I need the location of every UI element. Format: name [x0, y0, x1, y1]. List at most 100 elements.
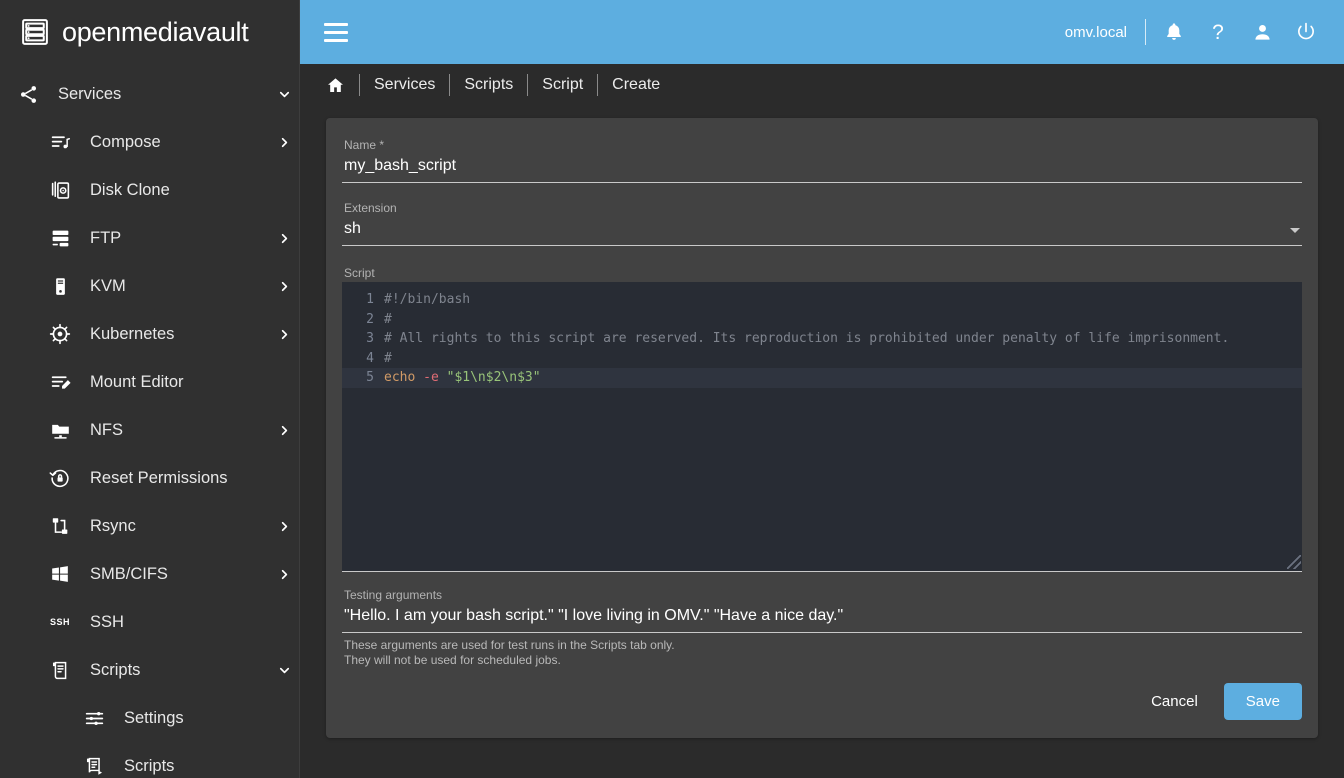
- sidebar-item-mount-editor[interactable]: Mount Editor: [0, 358, 299, 406]
- breadcrumb-separator: [359, 74, 360, 96]
- reset-permissions-icon: [48, 466, 72, 490]
- testing-arguments-input-line[interactable]: "Hello. I am your bash script." "I love …: [342, 604, 1302, 633]
- chevron-right-icon[interactable]: [269, 519, 299, 534]
- sidebar-item-disk-clone[interactable]: Disk Clone: [0, 166, 299, 214]
- notification-bell-icon[interactable]: [1152, 10, 1196, 54]
- code-content: # All rights to this script are reserved…: [384, 331, 1230, 346]
- ftp-server-icon: [48, 226, 72, 250]
- sidebar-item-label: Reset Permissions: [90, 468, 228, 487]
- sidebar-item-label: NFS: [90, 420, 123, 439]
- server-rack-icon: [20, 17, 50, 47]
- sidebar-item-label: Scripts: [124, 756, 175, 775]
- name-input[interactable]: my_bash_script: [344, 155, 1302, 177]
- ssh-text-icon: SSH: [49, 617, 70, 627]
- hint-line-1: These arguments are used for test runs i…: [344, 638, 675, 652]
- script-field-group: Script 1 #!/bin/bash 2 # 3 # All rights …: [342, 264, 1302, 572]
- compose-list-icon: [48, 130, 72, 154]
- breadcrumb-separator: [527, 74, 529, 96]
- sidebar-item-ftp[interactable]: FTP: [0, 214, 299, 262]
- code-line: 3 # All rights to this script are reserv…: [342, 329, 1302, 349]
- chevron-right-icon[interactable]: [269, 279, 299, 294]
- save-button[interactable]: Save: [1223, 683, 1302, 720]
- sidebar-item-reset-permissions[interactable]: Reset Permissions: [0, 454, 299, 502]
- kubernetes-helm-icon: [48, 322, 72, 346]
- sidebar-item-scripts[interactable]: Scripts: [0, 742, 299, 778]
- testing-arguments-field-group: Testing arguments "Hello. I am your bash…: [342, 586, 1302, 668]
- breadcrumb-item-script[interactable]: Script: [542, 76, 583, 94]
- breadcrumb-separator: [597, 74, 599, 96]
- chevron-down-icon[interactable]: [269, 663, 299, 678]
- line-number: 2: [366, 311, 374, 327]
- hamburger-menu-icon[interactable]: [324, 18, 352, 46]
- chevron-right-icon[interactable]: [269, 423, 299, 438]
- script-run-icon: [82, 754, 106, 778]
- home-icon[interactable]: [326, 76, 345, 95]
- line-number: 4: [366, 350, 374, 366]
- power-icon[interactable]: [1284, 10, 1328, 54]
- sidebar-item-label: Kubernetes: [90, 324, 175, 343]
- chevron-right-icon[interactable]: [269, 567, 299, 582]
- caret-down-icon[interactable]: [1290, 228, 1300, 233]
- sidebar-item-label: Compose: [90, 132, 161, 151]
- code-content: #!/bin/bash: [384, 292, 471, 307]
- sidebar: openmediavault Services Compose Disk Clo…: [0, 0, 300, 778]
- resize-grip-icon[interactable]: [1287, 555, 1301, 569]
- windows-icon: [48, 562, 72, 586]
- help-question-icon[interactable]: ?: [1196, 10, 1240, 54]
- extension-value: sh: [344, 220, 361, 237]
- disk-clone-icon: [48, 178, 72, 202]
- app-root: openmediavault Services Compose Disk Clo…: [0, 0, 1344, 778]
- extension-select[interactable]: sh: [342, 217, 1302, 246]
- sidebar-item-scripts-group[interactable]: Scripts: [0, 646, 299, 694]
- script-field-label: Script: [344, 266, 375, 280]
- sidebar-item-smb-cifs[interactable]: SMB/CIFS: [0, 550, 299, 598]
- top-bar: omv.local ?: [300, 0, 1344, 64]
- script-code-editor[interactable]: 1 #!/bin/bash 2 # 3 # All rights to this…: [342, 282, 1302, 572]
- line-number: 5: [366, 370, 374, 385]
- script-scroll-icon: [48, 658, 72, 682]
- sidebar-item-services[interactable]: Services: [0, 70, 299, 118]
- sidebar-item-kvm[interactable]: KVM: [0, 262, 299, 310]
- sidebar-item-nfs[interactable]: NFS: [0, 406, 299, 454]
- script-create-form-card: Name * my_bash_script Extension sh Scrip…: [326, 118, 1318, 738]
- name-input-line[interactable]: my_bash_script: [342, 154, 1302, 183]
- sidebar-item-label: Mount Editor: [90, 372, 184, 391]
- sidebar-item-rsync[interactable]: Rsync: [0, 502, 299, 550]
- sidebar-item-label: Rsync: [90, 516, 136, 535]
- topbar-actions: omv.local ?: [1065, 10, 1328, 54]
- code-content: #: [384, 311, 392, 327]
- sidebar-item-compose[interactable]: Compose: [0, 118, 299, 166]
- hint-line-2: They will not be used for scheduled jobs…: [344, 653, 561, 667]
- topbar-divider: [1145, 19, 1146, 45]
- sidebar-item-label: KVM: [90, 276, 126, 295]
- chevron-right-icon[interactable]: [269, 327, 299, 342]
- code-token-command: echo: [384, 370, 416, 385]
- sidebar-item-kubernetes[interactable]: Kubernetes: [0, 310, 299, 358]
- testing-arguments-label: Testing arguments: [344, 588, 443, 602]
- chevron-down-icon[interactable]: [269, 87, 299, 102]
- sidebar-item-label: FTP: [90, 228, 122, 247]
- chevron-right-icon[interactable]: [269, 231, 299, 246]
- sidebar-item-label: Disk Clone: [90, 180, 170, 199]
- breadcrumb-item-services[interactable]: Services: [374, 76, 435, 94]
- cancel-button[interactable]: Cancel: [1133, 683, 1216, 720]
- breadcrumb-item-scripts[interactable]: Scripts: [464, 76, 513, 94]
- hostname-label: omv.local: [1064, 23, 1127, 41]
- sidebar-item-label: SMB/CIFS: [90, 564, 168, 583]
- brand-header[interactable]: openmediavault: [0, 0, 299, 64]
- mount-editor-icon: [48, 370, 72, 394]
- testing-arguments-input[interactable]: "Hello. I am your bash script." "I love …: [344, 605, 1302, 627]
- user-account-icon[interactable]: [1240, 10, 1284, 54]
- extension-field-label: Extension: [344, 201, 397, 215]
- line-number: 3: [366, 331, 374, 346]
- breadcrumb-item-create[interactable]: Create: [612, 76, 660, 94]
- line-number: 1: [366, 292, 374, 307]
- sidebar-item-ssh[interactable]: SSH SSH: [0, 598, 299, 646]
- sidebar-item-settings[interactable]: Settings: [0, 694, 299, 742]
- code-content: #: [384, 350, 392, 366]
- extension-field-group: Extension sh: [342, 199, 1302, 246]
- sidebar-item-label: Settings: [124, 708, 184, 727]
- chevron-right-icon[interactable]: [269, 135, 299, 150]
- form-actions: Cancel Save: [342, 683, 1302, 738]
